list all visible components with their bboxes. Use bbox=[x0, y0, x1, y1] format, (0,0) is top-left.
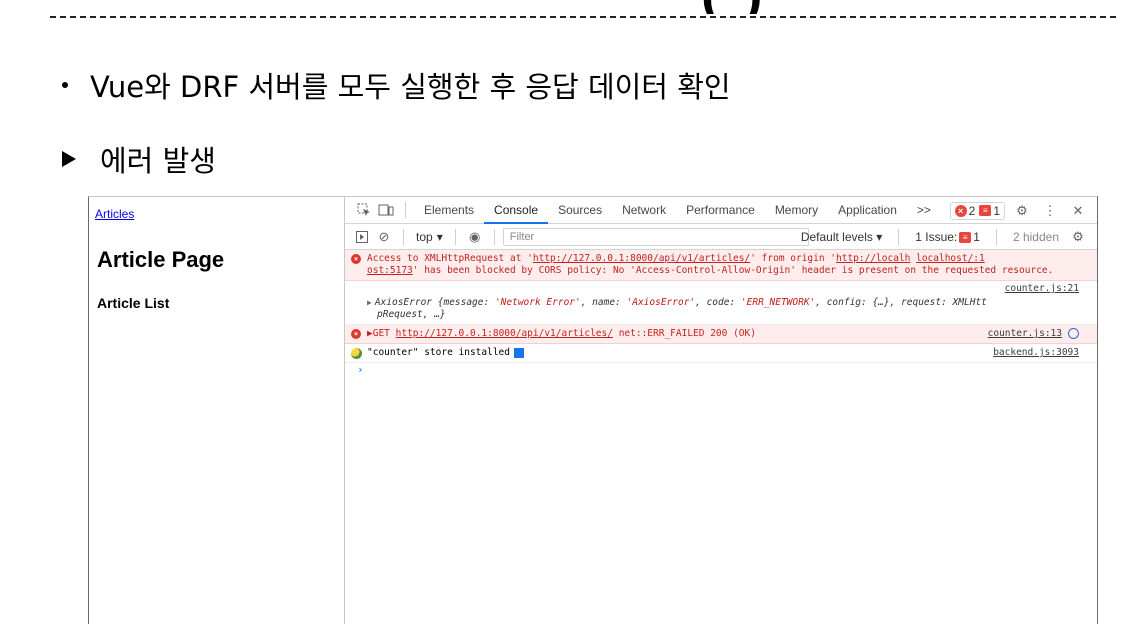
clear-console-icon[interactable]: ⊘ bbox=[373, 227, 395, 247]
console-message-get-error: × ▶GET http://127.0.0.1:8000/api/v1/arti… bbox=[345, 325, 1097, 344]
console-settings-gear-icon[interactable]: ⚙ bbox=[1067, 227, 1089, 247]
settings-gear-icon[interactable]: ⚙ bbox=[1011, 201, 1033, 221]
axios-name-value: 'AxiosError' bbox=[626, 297, 696, 308]
toolbar-right: Default levels ▾ 1 Issue: ≡ 1 2 hidden ⚙ bbox=[801, 224, 1089, 250]
cors-text-prefix: Access to XMLHttpRequest at ' bbox=[367, 253, 533, 264]
get-status-text: net::ERR_FAILED 200 (OK) bbox=[618, 328, 756, 339]
get-request-url[interactable]: http://127.0.0.1:8000/api/v1/articles/ bbox=[396, 328, 613, 339]
expand-triangle-icon[interactable]: ▶ bbox=[367, 298, 372, 307]
toolbar-separator bbox=[995, 229, 997, 245]
axios-name-key: , name: bbox=[580, 297, 627, 308]
bullet-point: Vue와 DRF 서버를 모두 실행한 후 응답 데이터 확인 bbox=[62, 64, 731, 106]
tab-application[interactable]: Application bbox=[828, 197, 907, 224]
more-tabs-button[interactable]: >> bbox=[907, 197, 941, 224]
console-output: × Access to XMLHttpRequest at 'http://12… bbox=[345, 250, 1097, 624]
articles-nav-link[interactable]: Articles bbox=[95, 207, 134, 221]
issue-icon: ≡ bbox=[959, 231, 972, 243]
toolbar-separator bbox=[898, 229, 900, 245]
cors-text-mid: ' from origin ' bbox=[750, 253, 837, 264]
axios-text-tail: , config: {…}, request: XMLHtt bbox=[815, 297, 987, 308]
page-subheading: Article List bbox=[97, 295, 170, 311]
log-levels-select[interactable]: Default levels ▾ bbox=[801, 230, 882, 244]
source-link-counter-13[interactable]: counter.js:13 bbox=[988, 328, 1079, 340]
toolbar-separator bbox=[403, 228, 404, 245]
error-icon: × bbox=[954, 204, 967, 217]
console-prompt[interactable]: › bbox=[345, 363, 1097, 376]
source-link-counter-21[interactable]: counter.js:21 bbox=[1005, 283, 1079, 295]
error-count: 2 bbox=[968, 203, 976, 218]
live-expression-eye-icon[interactable]: ◉ bbox=[464, 227, 486, 247]
hidden-count: 2 hidden bbox=[1012, 230, 1059, 244]
tab-sources[interactable]: Sources bbox=[548, 197, 612, 224]
tab-network[interactable]: Network bbox=[612, 197, 676, 224]
issues-button[interactable]: 1 Issue: ≡ 1 bbox=[915, 230, 980, 244]
console-message-cors-error: × Access to XMLHttpRequest at 'http://12… bbox=[345, 250, 1097, 281]
issue-count: 1 bbox=[993, 203, 1000, 218]
console-message-axios-error: counter.js:21 ▶ AxiosError {message: 'Net… bbox=[345, 281, 1097, 325]
tab-separator bbox=[405, 202, 406, 218]
kebab-menu-icon[interactable]: ⋮ bbox=[1039, 201, 1061, 221]
console-message-store-installed: "counter" store installed backend.js:309… bbox=[345, 344, 1097, 363]
log-levels-label: Default levels bbox=[800, 230, 873, 244]
issues-label: 1 Issue: bbox=[915, 230, 958, 244]
bullet-dot-icon bbox=[62, 82, 68, 88]
inspect-element-icon[interactable] bbox=[353, 200, 375, 220]
context-value: top bbox=[416, 229, 433, 244]
devtools-top-right: × 2 ≡ 1 ⚙ ⋮ ✕ bbox=[949, 197, 1089, 224]
axios-code-value: 'ERR_NETWORK' bbox=[740, 297, 816, 308]
source-link-counter-13-label: counter.js:13 bbox=[987, 328, 1062, 339]
sub-point-text: 에러 발생 bbox=[100, 144, 216, 178]
bullet-text: Vue와 DRF 서버를 모두 실행한 후 응답 데이터 확인 bbox=[90, 70, 731, 104]
cors-request-url[interactable]: http://127.0.0.1:8000/api/v1/articles/ bbox=[533, 253, 750, 264]
vue-devtools-icon bbox=[514, 347, 524, 358]
store-installed-text: "counter" store installed bbox=[367, 347, 510, 358]
sidebar-toggle-icon[interactable] bbox=[351, 227, 373, 247]
devtools-panel: Elements Console Sources Network Perform… bbox=[344, 197, 1097, 624]
issues-count: 1 bbox=[973, 230, 980, 244]
browser-screenshot: Articles Article Page Article List Eleme… bbox=[88, 196, 1098, 624]
dropdown-arrow-icon: ▾ bbox=[436, 229, 443, 244]
slide-title-fragment: ( ) bbox=[700, 0, 768, 14]
error-icon: × bbox=[351, 329, 361, 339]
arrow-right-icon bbox=[62, 151, 76, 167]
filter-input[interactable]: Filter bbox=[502, 227, 809, 246]
axios-text-a: AxiosError {message: bbox=[374, 297, 495, 308]
device-toolbar-icon[interactable] bbox=[375, 200, 397, 220]
pinia-lemon-icon bbox=[351, 348, 366, 360]
axios-text-line2: pRequest, …} bbox=[377, 309, 446, 320]
title-divider bbox=[50, 16, 1116, 18]
get-method-toggle[interactable]: ▶GET bbox=[367, 328, 390, 339]
error-icon: × bbox=[351, 254, 361, 264]
axios-message-value: 'Network Error' bbox=[494, 297, 581, 308]
close-icon[interactable]: ✕ bbox=[1067, 201, 1089, 221]
tab-console[interactable]: Console bbox=[484, 197, 549, 224]
cors-source-link[interactable]: localhost/:1 bbox=[916, 253, 985, 264]
source-link-backend-3093[interactable]: backend.js:3093 bbox=[993, 347, 1079, 359]
tab-elements[interactable]: Elements bbox=[414, 197, 484, 224]
toolbar-separator bbox=[454, 228, 456, 245]
devtools-tab-bar: Elements Console Sources Network Perform… bbox=[345, 197, 1097, 224]
sub-point: 에러 발생 bbox=[62, 138, 216, 180]
page-heading: Article Page bbox=[97, 247, 225, 272]
network-globe-icon bbox=[1068, 328, 1079, 339]
tab-performance[interactable]: Performance bbox=[676, 197, 765, 224]
cors-origin-link-cont[interactable]: ost:5173 bbox=[367, 265, 413, 276]
page-viewport: Articles Article Page Article List bbox=[89, 197, 344, 624]
tab-memory[interactable]: Memory bbox=[765, 197, 828, 224]
axios-code-key: , code: bbox=[695, 297, 741, 308]
toolbar-separator bbox=[493, 228, 495, 245]
cors-origin-link[interactable]: http://localh bbox=[836, 253, 910, 264]
error-issue-counter[interactable]: × 2 ≡ 1 bbox=[949, 201, 1005, 220]
issue-icon: ≡ bbox=[979, 205, 992, 216]
context-select[interactable]: top ▾ bbox=[412, 230, 447, 244]
cors-text-rest: ' has been blocked by CORS policy: No 'A… bbox=[412, 265, 1054, 276]
console-toolbar: ⊘ top ▾ ◉ Filter Default levels ▾ 1 Issu… bbox=[345, 224, 1097, 250]
